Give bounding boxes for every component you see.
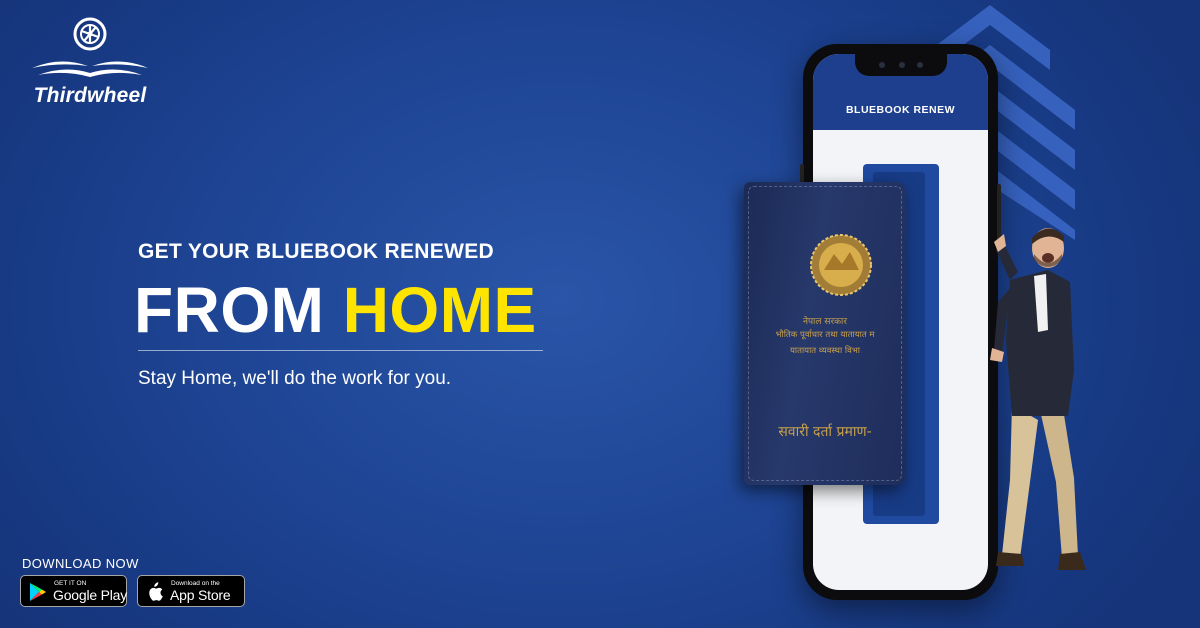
divider [138,350,543,351]
app-store-button[interactable]: Download on the App Store [137,575,245,607]
swoosh-lines-icon [32,61,148,77]
brand-logo: Thirdwheel [20,14,160,114]
book-line-1: नेपाल सरकार [802,317,848,327]
book-line-3: यातायात व्यवस्था विभा [790,346,860,356]
screen-header: BLUEBOOK RENEW [813,54,988,130]
download-label: DOWNLOAD NOW [22,556,139,571]
app-store-small-text: Download on the [171,580,220,587]
camera-icon [899,62,905,68]
book-line-4: सवारी दर्ता प्रमाण- [778,424,872,440]
emblem-icon [810,234,872,296]
headline: FROM HOME [134,272,537,348]
phone-notch [855,54,947,76]
google-play-icon [30,583,46,601]
screen-title: BLUEBOOK RENEW [845,104,956,116]
app-store-big-text: App Store [170,587,231,603]
google-play-button[interactable]: GET IT ON Google Play [20,575,127,607]
google-play-small-text: GET IT ON [54,580,87,587]
brand-name: Thirdwheel [33,84,147,107]
bluebook-image: नेपाल सरकार भौतिक पूर्वाधार तथा यातायात … [744,182,906,485]
ad-banner: Thirdwheel GET YOUR BLUEBOOK RENEWED FRO… [0,0,1200,628]
tagline: Stay Home, we'll do the work for you. [138,368,452,389]
headline-white: FROM [134,274,325,346]
book-line-2: भौतिक पूर्वाधार तथा यातायात म [775,330,875,340]
google-play-big-text: Google Play [53,587,128,603]
camera-icon [879,62,885,68]
headline-yellow: HOME [342,274,537,346]
eyebrow-text: GET YOUR BLUEBOOK RENEWED [138,240,494,263]
man-illustration [990,228,1086,570]
apple-icon [149,582,163,601]
camera-icon [917,62,923,68]
